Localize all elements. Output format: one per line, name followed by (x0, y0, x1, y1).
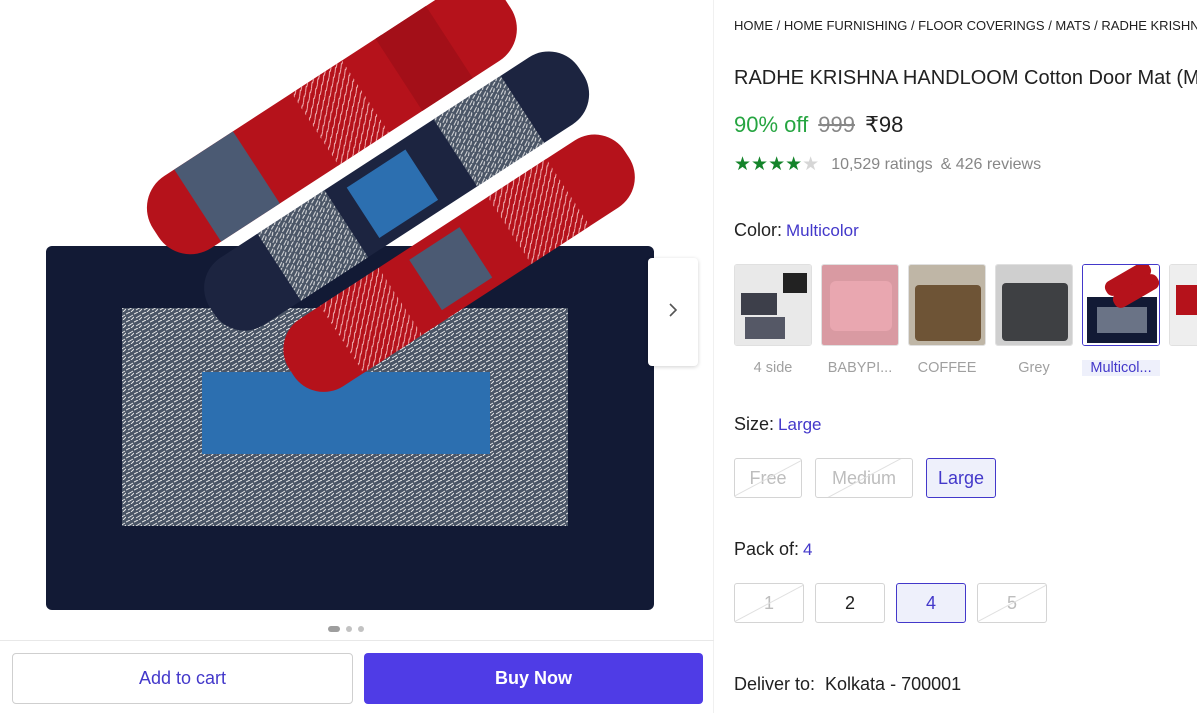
swatch-image (908, 264, 986, 346)
add-to-cart-button[interactable]: Add to cart (12, 653, 353, 704)
product-details: HOME / HOME FURNISHING / FLOOR COVERINGS… (734, 0, 1197, 713)
original-price: 999 (818, 112, 855, 137)
pack-option-5[interactable]: 5 (977, 583, 1047, 623)
color-swatches: 4 side BABYPI... COFFEE Grey Multicol... (734, 264, 1197, 376)
size-label: Size: Large (734, 414, 822, 434)
pack-option-4[interactable]: 4 (896, 583, 966, 623)
pack-option-2[interactable]: 2 (815, 583, 885, 623)
carousel-dot[interactable] (358, 626, 364, 632)
color-option[interactable]: R (1169, 264, 1197, 376)
color-label: Color: Multicolor (734, 220, 859, 240)
image-carousel-dots (328, 626, 364, 632)
swatch-image (821, 264, 899, 346)
chevron-right-icon (666, 301, 680, 324)
color-option[interactable]: COFFEE (908, 264, 986, 376)
selling-price: ₹98 (864, 112, 904, 137)
product-title: RADHE KRISHNA HANDLOOM Cotton Door Mat (… (734, 67, 1197, 89)
product-main-image[interactable] (30, 0, 670, 620)
swatch-image (1169, 264, 1197, 346)
breadcrumb[interactable]: HOME / HOME FURNISHING / FLOOR COVERINGS… (734, 18, 1197, 33)
selected-color: Multicolor (786, 221, 859, 240)
reviews-count: & 426 reviews (940, 155, 1042, 173)
size-option-free[interactable]: Free (734, 458, 802, 498)
delivery-location[interactable]: Deliver to: Kolkata - 700001 (734, 674, 961, 695)
selected-size: Large (778, 415, 822, 434)
selected-pack: 4 (803, 540, 813, 559)
product-gallery: Add to cart Buy Now (0, 0, 714, 713)
next-image-button[interactable] (648, 258, 698, 366)
buy-now-button[interactable]: Buy Now (364, 653, 703, 704)
rating-row[interactable]: ★★★★★ 10,529 ratings & 426 reviews (734, 153, 1041, 176)
price-row: 90% off 999 ₹98 (734, 112, 903, 138)
star-rating-icon: ★★★★★ (734, 154, 820, 175)
deliver-label: Deliver to: (734, 674, 816, 694)
discount-percent: 90% off (734, 112, 809, 137)
action-bar: Add to cart Buy Now (0, 640, 714, 713)
pack-options: 1 2 4 5 (734, 583, 1047, 623)
carousel-dot[interactable] (328, 626, 340, 632)
swatch-image (995, 264, 1073, 346)
color-option[interactable]: BABYPI... (821, 264, 899, 376)
size-options: Free Medium Large (734, 458, 996, 498)
pack-option-1[interactable]: 1 (734, 583, 804, 623)
size-option-medium[interactable]: Medium (815, 458, 913, 498)
color-option[interactable]: Grey (995, 264, 1073, 376)
pack-label: Pack of: 4 (734, 539, 813, 559)
color-option[interactable]: 4 side (734, 264, 812, 376)
carousel-dot[interactable] (346, 626, 352, 632)
swatch-image (734, 264, 812, 346)
ratings-count: 10,529 ratings (831, 155, 933, 173)
swatch-image (1082, 264, 1160, 346)
delivery-pincode: Kolkata - 700001 (825, 674, 962, 694)
size-option-large[interactable]: Large (926, 458, 996, 498)
color-option-selected[interactable]: Multicol... (1082, 264, 1160, 376)
